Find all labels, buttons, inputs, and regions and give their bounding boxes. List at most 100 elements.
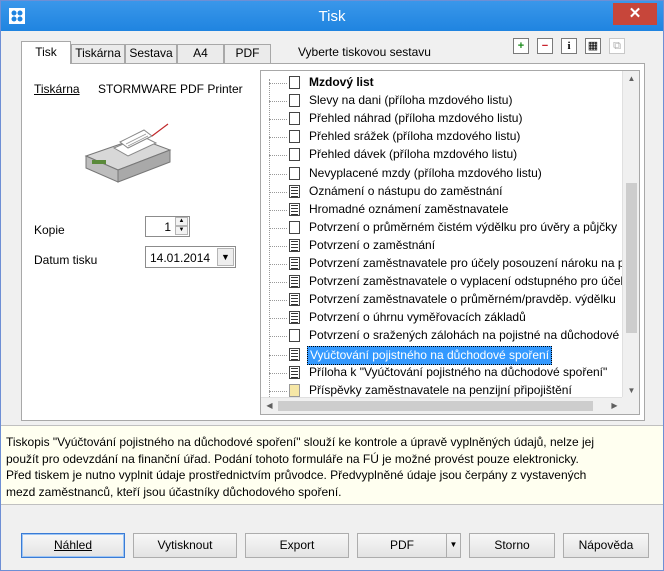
date-value: 14.01.2014 (150, 251, 211, 265)
tree-branch-line (269, 83, 287, 84)
document-icon (289, 238, 300, 252)
document-icon (289, 220, 300, 234)
document-icon (289, 130, 300, 144)
pdf-dropdown-icon[interactable]: ▼ (446, 534, 460, 557)
tree-branch-line (269, 264, 287, 265)
document-icon (289, 76, 300, 89)
pdf-button[interactable]: PDF ▼ (357, 533, 461, 558)
tree-item-label: Vyúčtování pojistného na důchodové spoře… (307, 345, 553, 365)
scroll-left-icon[interactable]: ◀ (261, 398, 278, 414)
horizontal-scroll-thumb[interactable] (278, 401, 593, 411)
tree-item-label: Přehled srážek (příloha mzdového listu) (309, 129, 521, 144)
tab-a4[interactable]: A4 (177, 44, 224, 63)
tree-item-label: Potvrzení zaměstnavatele pro účely posou… (309, 256, 625, 270)
vertical-scrollbar[interactable]: ▲ ▼ (622, 71, 639, 399)
report-description: Tiskopis "Vyúčtování pojistného na důcho… (1, 425, 663, 505)
preview-button-label: Náhled (53, 538, 93, 552)
spin-down-icon[interactable]: ▼ (175, 226, 188, 235)
window-title: Tisk (318, 8, 346, 25)
document-icon (289, 275, 300, 289)
info-icon[interactable]: i (561, 38, 577, 54)
close-button[interactable]: ✕ (613, 3, 657, 25)
tree-item-label: Hromadné oznámení zaměstnavatele (309, 201, 509, 216)
description-line: mezd zaměstnanců, kteří jsou účastníky d… (6, 484, 342, 499)
remove-icon[interactable]: − (537, 38, 553, 54)
document-icon (289, 347, 300, 361)
document-icon (289, 148, 300, 162)
vertical-scroll-thumb[interactable] (626, 183, 637, 333)
cancel-button[interactable]: Storno (469, 533, 555, 558)
add-icon[interactable]: + (513, 38, 529, 54)
tree-branch-line (269, 354, 287, 356)
document-icon (289, 184, 300, 198)
spin-up-icon[interactable]: ▲ (175, 217, 188, 226)
printer-name: STORMWARE PDF Printer (98, 82, 243, 96)
copies-label: Kopie (34, 223, 65, 237)
tree-item-label: Potvrzení o průměrném čistém výdělku pro… (309, 219, 618, 234)
printer-link[interactable]: Tiskárna (34, 82, 80, 96)
description-line: použít pro odevzdání na finanční úřad. P… (6, 451, 579, 466)
tree-item-label: Přehled náhrad (příloha mzdového listu) (309, 111, 523, 126)
date-label: Datum tisku (34, 253, 98, 267)
tree-branch-line (269, 173, 287, 175)
date-picker[interactable]: 14.01.2014 ▼ (145, 246, 236, 268)
print-button[interactable]: Vytisknout (133, 533, 237, 558)
tree-item-label: Potvrzení zaměstnavatele o průměrném/pra… (309, 292, 616, 307)
tree-item-label: Přehled dávek (příloha mzdového listu) (309, 147, 518, 162)
tree-branch-line (269, 318, 287, 320)
tree-branch-line (269, 282, 287, 284)
tree-branch-line (269, 227, 287, 229)
help-button-label: Nápověda (578, 538, 634, 552)
pdf-button-label: PDF (390, 538, 414, 552)
document-icon (289, 365, 300, 379)
tree-branch-line (269, 300, 287, 302)
scroll-corner (622, 397, 639, 414)
cancel-button-label: Storno (494, 538, 530, 552)
print-dialog: Tisk ✕ Tisk Tiskárna Sestava A4 PDF Vybe… (0, 0, 664, 571)
tree-item-label: Potvrzení o úhrnu vyměřovacích základů (309, 310, 526, 325)
yellow-document-icon (289, 383, 300, 397)
tab-tiskarna[interactable]: Tiskárna (71, 44, 125, 63)
copy-icon: ⧉ (609, 38, 625, 54)
tab-panel-tisk: Tiskárna STORMWARE PDF Printer Kopie 1 ▲… (21, 63, 645, 421)
tree-item-label: Oznámení o nástupu do zaměstnání (309, 183, 503, 198)
tree-item-label: Mzdový list (309, 75, 374, 89)
document-icon (289, 166, 300, 180)
description-line: Tiskopis "Vyúčtování pojistného na důcho… (6, 435, 594, 449)
report-set-label: Vyberte tiskovou sestavu (298, 45, 431, 59)
tree-branch-line (269, 119, 287, 121)
print-setup-icon[interactable]: ▦ (585, 38, 601, 54)
report-tree[interactable]: Mzdový list Slevy na dani (příloha mzdové… (260, 70, 640, 415)
tree-branch-line (269, 372, 287, 374)
tree-item-label: Potvrzení zaměstnavatele o vyplacení ods… (309, 274, 624, 289)
tab-pdf[interactable]: PDF (224, 44, 271, 63)
tree-item-label: Nevyplacené mzdy (příloha mzdového listu… (309, 165, 542, 180)
export-button[interactable]: Export (245, 533, 349, 558)
tree-item-label: Potvrzení o sražených zálohách na pojist… (309, 328, 620, 343)
scroll-right-icon[interactable]: ▶ (606, 398, 623, 414)
tree-branch-line (269, 209, 287, 211)
printer-icon (84, 123, 172, 183)
tab-tisk[interactable]: Tisk (21, 41, 71, 64)
tree-guide-line (269, 79, 270, 409)
chevron-down-icon[interactable]: ▼ (217, 248, 234, 266)
print-button-label: Vytisknout (157, 538, 213, 552)
tree-branch-line (269, 155, 287, 157)
document-icon (289, 257, 300, 270)
document-icon (289, 311, 300, 325)
tree-item-label: Potvrzení o zaměstnání (309, 237, 436, 252)
tree-branch-line (269, 390, 287, 392)
tab-sestava[interactable]: Sestava (125, 44, 177, 63)
copies-stepper[interactable]: 1 ▲ ▼ (145, 216, 190, 237)
title-bar[interactable]: Tisk ✕ (1, 1, 663, 31)
preview-button[interactable]: Náhled (21, 533, 125, 558)
tree-branch-line (269, 137, 287, 139)
tree-branch-line (269, 191, 287, 193)
help-button[interactable]: Nápověda (563, 533, 649, 558)
document-icon (289, 293, 300, 307)
export-button-label: Export (279, 538, 315, 552)
scroll-up-icon[interactable]: ▲ (623, 71, 639, 87)
copies-value: 1 (164, 220, 171, 234)
horizontal-scrollbar[interactable]: ◀ ▶ (261, 397, 623, 414)
tree-item-label: Příloha k "Vyúčtování pojistného na důch… (309, 364, 608, 379)
